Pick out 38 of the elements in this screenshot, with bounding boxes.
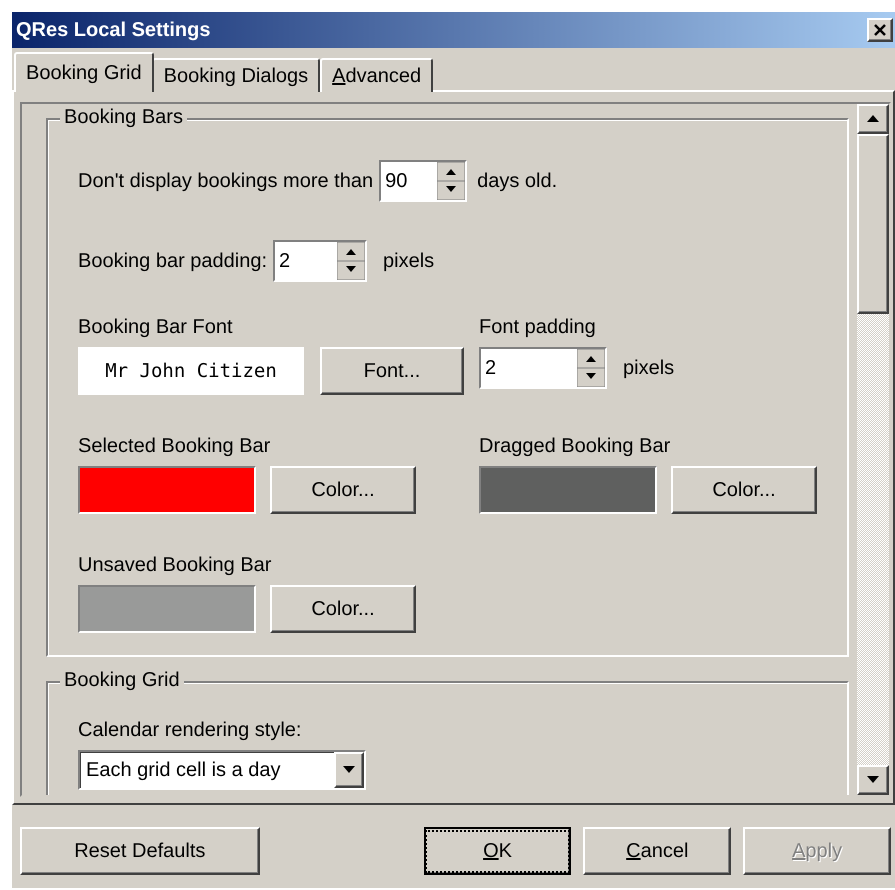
tab[interactable]: Booking Grid (14, 52, 154, 92)
color-button[interactable]: Color... (270, 466, 416, 514)
unit-label: pixels (623, 356, 674, 380)
swatch-label: Selected Booking Bar (78, 435, 272, 458)
close-button[interactable] (867, 18, 893, 42)
field-label: Don't display bookings more than (78, 170, 374, 192)
font-padding-spinner[interactable]: 2 (479, 347, 607, 389)
spin-arrows-icon[interactable] (577, 349, 605, 387)
field-label: Booking Bar Font (78, 316, 234, 339)
window-title: QRes Local Settings (16, 18, 210, 42)
scroll-up-icon[interactable] (857, 104, 889, 134)
unit-label: days old. (477, 170, 558, 192)
tab[interactable]: Advanced (320, 58, 434, 92)
padding-spinner[interactable]: 2 (273, 240, 368, 282)
field-label: Booking bar padding: (78, 250, 268, 272)
font-button[interactable]: Font... (320, 347, 464, 395)
unit-label: pixels (383, 250, 434, 272)
days-spinner[interactable]: 90 (379, 160, 468, 202)
spin-arrows-icon[interactable] (437, 162, 466, 200)
spin-arrows-icon[interactable] (337, 242, 366, 280)
scrollbar[interactable] (857, 104, 889, 795)
tab[interactable]: Booking Dialogs (152, 58, 320, 92)
field-label: Calendar rendering style: (78, 719, 302, 742)
group-title: Booking Grid (60, 669, 184, 692)
field-label: Font padding (479, 316, 597, 339)
swatch-label: Unsaved Booking Bar (78, 554, 272, 577)
scroll-down-icon[interactable] (857, 765, 889, 795)
group-title: Booking Bars (60, 106, 187, 129)
dialog-button[interactable]: Reset Defaults (20, 827, 260, 875)
dialog-button[interactable]: Cancel (583, 827, 732, 875)
color-button[interactable]: Color... (270, 585, 416, 633)
scroll-thumb[interactable] (857, 134, 889, 314)
style-dropdown[interactable]: Each grid cell is a day (78, 750, 366, 790)
swatch-label: Dragged Booking Bar (479, 435, 672, 458)
color-button[interactable]: Color... (671, 466, 817, 514)
close-icon (873, 24, 887, 36)
dialog-button[interactable]: OK (424, 827, 572, 875)
font-preview: Mr John Citizen (78, 347, 304, 395)
